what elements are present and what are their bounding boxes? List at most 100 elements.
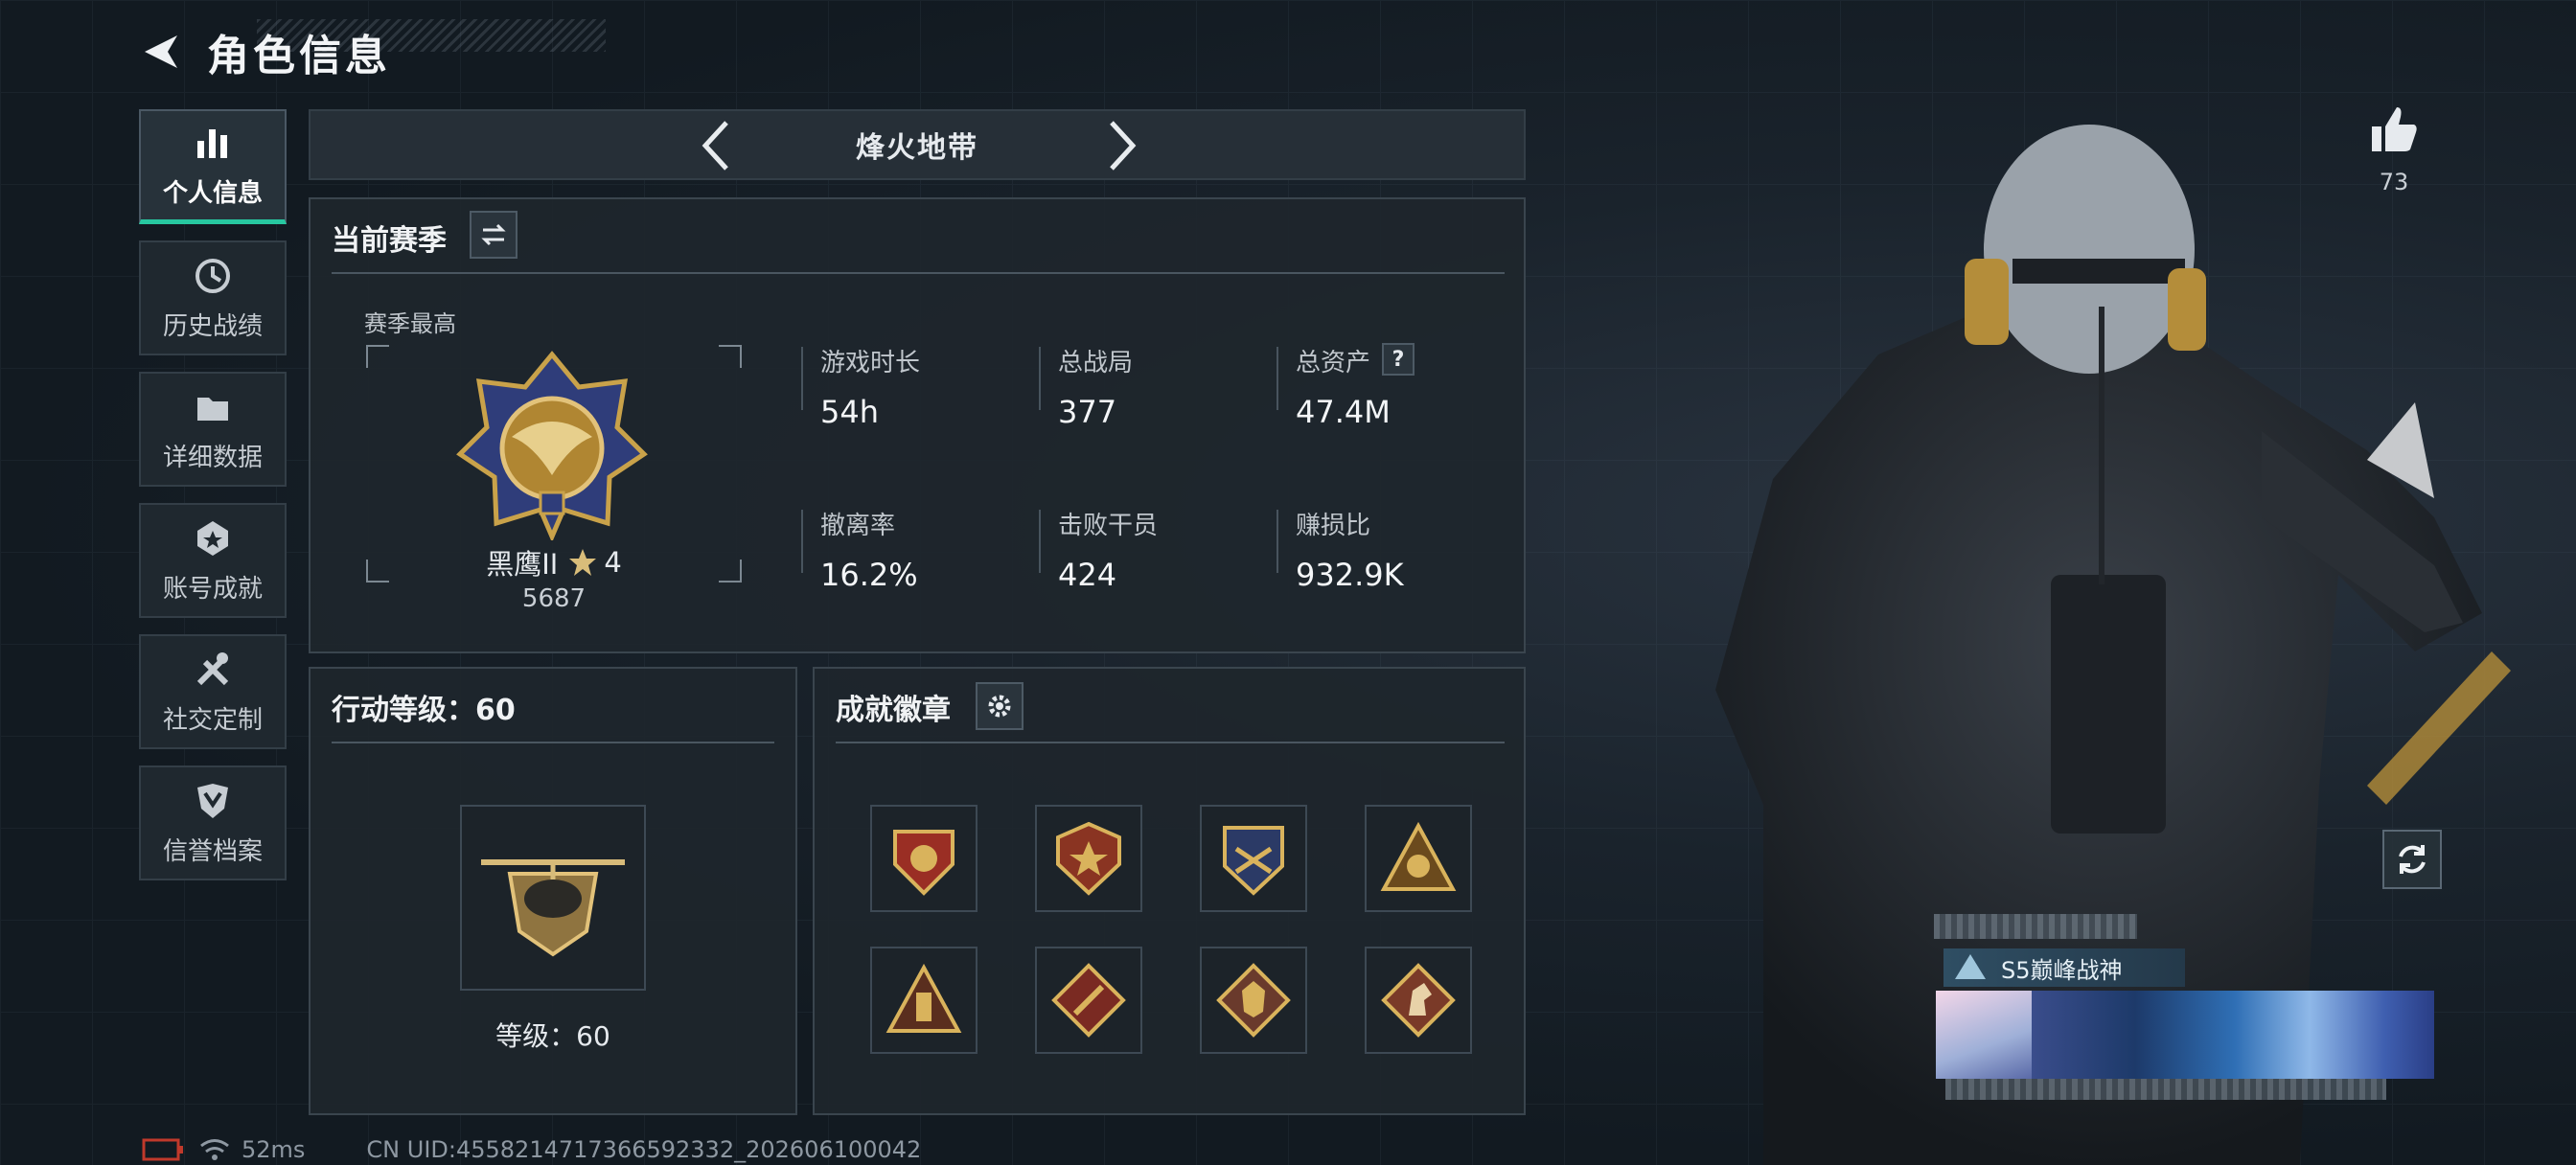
helicopter-emblem-icon <box>481 859 625 957</box>
achievements-title: 成就徽章 <box>836 694 951 727</box>
achievement-badge[interactable] <box>870 947 978 1054</box>
stat-label: 击败干员 <box>1058 512 1159 540</box>
tools-icon <box>196 651 229 685</box>
achievement-badge[interactable] <box>1035 805 1142 912</box>
switch-season-button[interactable] <box>470 211 518 259</box>
rank-stars: 4 <box>604 546 622 579</box>
season-title: 当前赛季 <box>332 224 447 258</box>
player-banner <box>1936 991 2434 1079</box>
star-shield-icon <box>1056 821 1121 896</box>
stat-value: 424 <box>1058 557 1117 593</box>
stat-total-assets: 总资产 47.4M <box>1296 343 1391 430</box>
sidebar-item-achievements[interactable]: 账号成就 <box>139 503 287 618</box>
rank-name-row: 黑鹰II 4 <box>366 542 742 582</box>
ping-text: 52ms <box>242 1136 306 1163</box>
sidebar-item-label: 账号成就 <box>162 574 263 604</box>
achievement-badge[interactable] <box>1365 947 1472 1054</box>
stat-divider <box>801 510 803 573</box>
sidebar-item-detail-data[interactable]: 详细数据 <box>139 372 287 487</box>
sidebar-item-label: 信誉档案 <box>162 836 263 866</box>
prev-mode-button[interactable] <box>690 119 744 172</box>
refresh-button[interactable] <box>2382 830 2442 889</box>
sidebar-item-label: 社交定制 <box>162 705 263 735</box>
refresh-icon <box>2399 845 2426 874</box>
action-level-text: 等级：60 <box>495 1020 610 1052</box>
sidebar-item-label: 个人信息 <box>162 179 263 208</box>
achievements-settings-button[interactable] <box>976 682 1024 730</box>
stat-label: 赚损比 <box>1296 512 1371 540</box>
shield-medal-icon <box>893 830 954 896</box>
page-header: 角色信息 <box>134 21 632 82</box>
uid-text: CN UID:4558214717366592332_202606100042 <box>366 1136 922 1163</box>
medal-icon <box>197 520 228 556</box>
achievement-badge[interactable] <box>1365 805 1472 912</box>
rank-tag-icon <box>1955 954 1986 979</box>
action-level-title: 行动等级：60 <box>332 694 516 727</box>
stat-label: 总战局 <box>1058 349 1134 377</box>
mode-title: 烽火地带 <box>856 131 978 165</box>
achievement-badge[interactable] <box>1200 947 1307 1054</box>
achievement-badge[interactable] <box>870 805 978 912</box>
like-widget[interactable]: 73 <box>2356 102 2432 195</box>
season-divider <box>332 272 1505 274</box>
stat-divider <box>1276 347 1278 410</box>
stat-divider <box>1039 510 1041 573</box>
like-count: 73 <box>2379 169 2409 195</box>
sidebar-item-social[interactable]: 社交定制 <box>139 634 287 749</box>
stat-label: 游戏时长 <box>820 349 921 377</box>
blurred-player-id <box>1945 1079 2386 1100</box>
chevron-right-icon <box>1110 121 1137 171</box>
stat-total-matches: 总战局 377 <box>1058 343 1133 430</box>
diamond-horse-icon <box>1381 963 1456 1038</box>
star-icon <box>569 549 597 576</box>
history-clock-icon <box>196 258 230 293</box>
sidebar-item-label: 历史战绩 <box>162 311 263 341</box>
player-rank-tag: S5巅峰战神 <box>1944 948 2185 987</box>
achievements-divider <box>836 742 1505 743</box>
diamond-wolf-icon <box>1216 963 1291 1038</box>
diamond-wrench-icon <box>1051 963 1126 1038</box>
action-level-divider <box>332 742 774 743</box>
page-title: 角色信息 <box>207 32 391 80</box>
thumbs-up-icon <box>2372 107 2417 151</box>
next-mode-button[interactable] <box>1094 119 1148 172</box>
shield-badge-icon <box>197 783 228 818</box>
season-best-label: 赛季最高 <box>364 310 456 337</box>
player-avatar <box>1936 991 2032 1079</box>
rank-name: 黑鹰II <box>486 548 559 581</box>
folder-icon <box>197 397 228 421</box>
stat-value: 377 <box>1058 394 1117 430</box>
sidebar-item-credit[interactable]: 信誉档案 <box>139 765 287 880</box>
battery-icon <box>142 1138 183 1161</box>
stat-label: 撤离率 <box>820 512 896 540</box>
stat-profit-ratio: 赚损比 932.9K <box>1296 506 1404 593</box>
bar-chart-icon <box>197 129 227 158</box>
achievement-badge[interactable] <box>1035 947 1142 1054</box>
stat-play-time: 游戏时长 54h <box>820 343 920 430</box>
stat-extract-rate: 撤离率 16.2% <box>820 506 918 593</box>
sidebar: 个人信息 历史战绩 详细数据 账号成就 社交定制 信誉档案 <box>139 109 287 897</box>
mode-selector: 烽火地带 <box>309 109 1526 180</box>
stat-value: 932.9K <box>1296 557 1404 593</box>
sidebar-item-label: 详细数据 <box>162 443 263 472</box>
player-rank-tag-text: S5巅峰战神 <box>2001 956 2123 984</box>
stat-divider <box>1039 347 1041 410</box>
swap-arrows-icon <box>481 223 506 246</box>
stat-kills: 击败干员 424 <box>1058 506 1158 593</box>
gear-icon <box>988 695 1011 718</box>
wifi-icon <box>200 1139 229 1160</box>
triangle-tower-icon <box>886 963 962 1033</box>
chevron-left-icon <box>702 121 728 171</box>
help-button[interactable]: ? <box>1382 343 1414 376</box>
back-arrow-icon[interactable] <box>134 25 188 79</box>
blurred-player-name <box>1934 914 2137 939</box>
sidebar-item-history[interactable]: 历史战绩 <box>139 240 287 355</box>
achievement-badge[interactable] <box>1200 805 1307 912</box>
action-level-emblem <box>460 805 646 991</box>
stat-value: 16.2% <box>820 557 918 593</box>
sidebar-item-personal-info[interactable]: 个人信息 <box>139 109 287 224</box>
stat-divider <box>1276 510 1278 573</box>
triangle-emblem-icon <box>1380 821 1457 891</box>
stat-divider <box>801 347 803 410</box>
crest-icon <box>1223 826 1284 896</box>
